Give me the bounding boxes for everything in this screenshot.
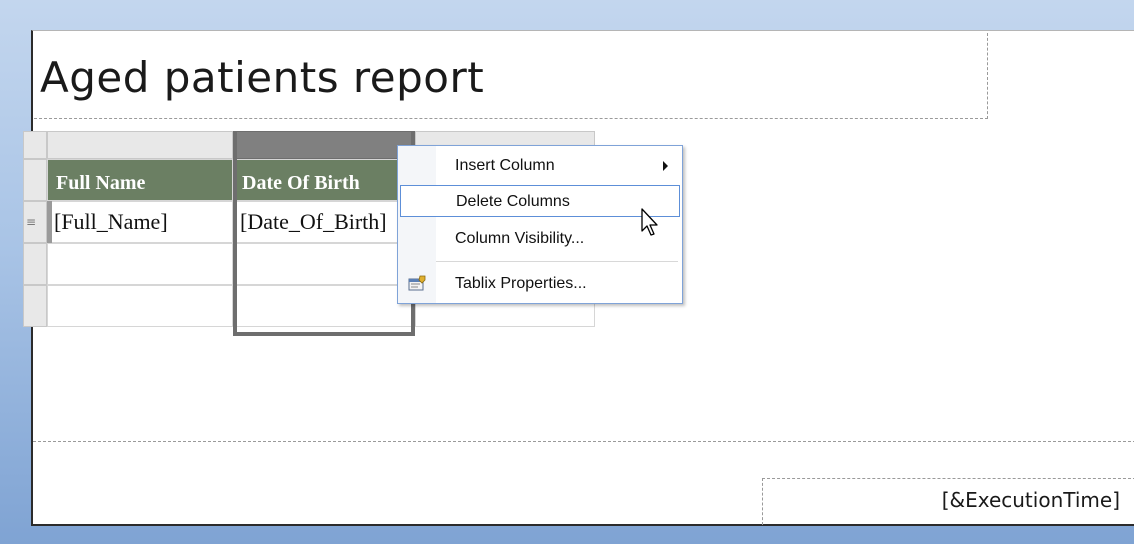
row-handle-3[interactable] <box>23 243 47 285</box>
empty-cell[interactable] <box>47 243 233 285</box>
data-cell-full-name[interactable]: [Full_Name] <box>47 201 233 243</box>
menu-item-delete-columns[interactable]: Delete Columns <box>400 185 680 217</box>
empty-cell[interactable] <box>47 285 233 327</box>
properties-icon <box>408 275 426 291</box>
data-cell-date-of-birth[interactable]: [Date_Of_Birth] <box>233 201 415 243</box>
menu-item-column-visibility[interactable]: Column Visibility... <box>400 223 680 255</box>
menu-item-label: Tablix Properties... <box>455 275 587 292</box>
empty-cell[interactable] <box>233 243 415 285</box>
row-handle-details[interactable]: ≡ <box>23 201 47 243</box>
column-handle-2-selected[interactable] <box>233 131 415 159</box>
row-handle-4[interactable] <box>23 285 47 327</box>
column-handle-1[interactable] <box>47 131 233 159</box>
menu-item-tablix-properties[interactable]: Tablix Properties... <box>400 268 680 300</box>
menu-item-label: Insert Column <box>455 157 555 174</box>
footer-textbox[interactable]: [&ExecutionTime] <box>762 478 1134 525</box>
menu-item-label: Column Visibility... <box>455 230 585 247</box>
report-title: Aged patients report <box>40 53 485 102</box>
submenu-arrow-icon <box>663 161 668 171</box>
header-cell-date-of-birth[interactable]: Date Of Birth <box>233 159 415 201</box>
menu-item-insert-column[interactable]: Insert Column <box>400 150 680 182</box>
header-cell-full-name[interactable]: Full Name <box>47 159 233 201</box>
row-group-indicator <box>47 201 52 243</box>
body-footer-divider <box>33 441 1134 442</box>
tablix-corner-handle[interactable] <box>23 131 47 159</box>
menu-separator <box>436 261 678 262</box>
mouse-pointer-icon <box>641 208 658 236</box>
details-group-icon: ≡ <box>26 215 37 229</box>
empty-cell[interactable] <box>233 285 415 327</box>
title-textbox[interactable]: Aged patients report <box>34 33 988 119</box>
row-handle-header[interactable] <box>23 159 47 201</box>
menu-item-label: Delete Columns <box>456 193 570 210</box>
execution-time-field: [&ExecutionTime] <box>941 488 1120 512</box>
